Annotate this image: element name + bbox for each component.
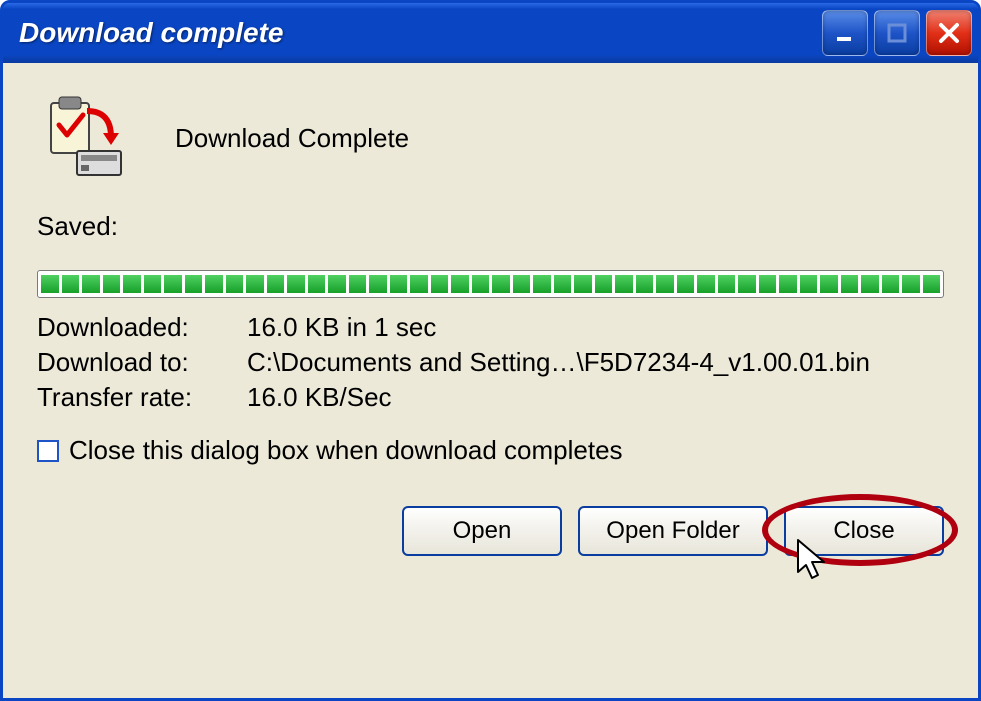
progress-segment — [185, 275, 203, 293]
progress-segment — [861, 275, 879, 293]
progress-segment — [472, 275, 490, 293]
close-button[interactable]: Close — [784, 506, 944, 556]
progress-segment — [308, 275, 326, 293]
header-message: Download Complete — [175, 123, 409, 154]
progress-segment — [82, 275, 100, 293]
progress-segment — [267, 275, 285, 293]
progress-segment — [41, 275, 59, 293]
progress-segment — [636, 275, 654, 293]
progress-segment — [164, 275, 182, 293]
progress-segment — [574, 275, 592, 293]
download-dialog: Download complete — [0, 0, 981, 701]
info-grid: Downloaded: 16.0 KB in 1 sec Download to… — [37, 312, 944, 413]
progress-segment — [595, 275, 613, 293]
progress-segment — [205, 275, 223, 293]
progress-segment — [451, 275, 469, 293]
progress-segment — [882, 275, 900, 293]
progress-segment — [759, 275, 777, 293]
progress-segment — [554, 275, 572, 293]
progress-segment — [246, 275, 264, 293]
progress-segment — [841, 275, 859, 293]
progress-segment — [533, 275, 551, 293]
progress-bar — [37, 270, 944, 298]
progress-segment — [656, 275, 674, 293]
progress-segment — [62, 275, 80, 293]
minimize-button[interactable] — [822, 10, 868, 56]
progress-segment — [103, 275, 121, 293]
transfer-rate-label: Transfer rate: — [37, 382, 247, 413]
progress-segment — [800, 275, 818, 293]
transfer-rate-value: 16.0 KB/Sec — [247, 382, 944, 413]
close-window-button[interactable] — [926, 10, 972, 56]
titlebar[interactable]: Download complete — [3, 3, 978, 63]
progress-segment — [902, 275, 920, 293]
progress-segment — [390, 275, 408, 293]
saved-label: Saved: — [37, 211, 944, 242]
progress-segment — [738, 275, 756, 293]
progress-segment — [718, 275, 736, 293]
header-row: Download Complete — [37, 93, 944, 183]
downloaded-value: 16.0 KB in 1 sec — [247, 312, 944, 343]
download-to-value: C:\Documents and Setting…\F5D7234-4_v1.0… — [247, 347, 944, 378]
progress-segment — [779, 275, 797, 293]
progress-segment — [349, 275, 367, 293]
download-complete-icon — [37, 93, 127, 183]
close-checkbox-label: Close this dialog box when download comp… — [69, 435, 623, 466]
progress-segment — [431, 275, 449, 293]
download-to-label: Download to: — [37, 347, 247, 378]
progress-segment — [369, 275, 387, 293]
progress-segment — [513, 275, 531, 293]
progress-segment — [328, 275, 346, 293]
progress-segment — [226, 275, 244, 293]
close-checkbox-row[interactable]: Close this dialog box when download comp… — [37, 435, 944, 466]
maximize-button[interactable] — [874, 10, 920, 56]
downloaded-label: Downloaded: — [37, 312, 247, 343]
button-bar: Open Open Folder Close — [37, 506, 944, 556]
progress-segment — [677, 275, 695, 293]
progress-segment — [697, 275, 715, 293]
progress-segment — [144, 275, 162, 293]
progress-segment — [615, 275, 633, 293]
progress-segment — [123, 275, 141, 293]
close-checkbox[interactable] — [37, 440, 59, 462]
progress-segment — [923, 275, 941, 293]
window-title: Download complete — [19, 17, 816, 49]
client-area: Download Complete Saved: Downloaded: 16.… — [3, 63, 978, 698]
open-button[interactable]: Open — [402, 506, 562, 556]
progress-segment — [287, 275, 305, 293]
progress-segment — [410, 275, 428, 293]
open-folder-button[interactable]: Open Folder — [578, 506, 768, 556]
progress-segment — [492, 275, 510, 293]
progress-segment — [820, 275, 838, 293]
